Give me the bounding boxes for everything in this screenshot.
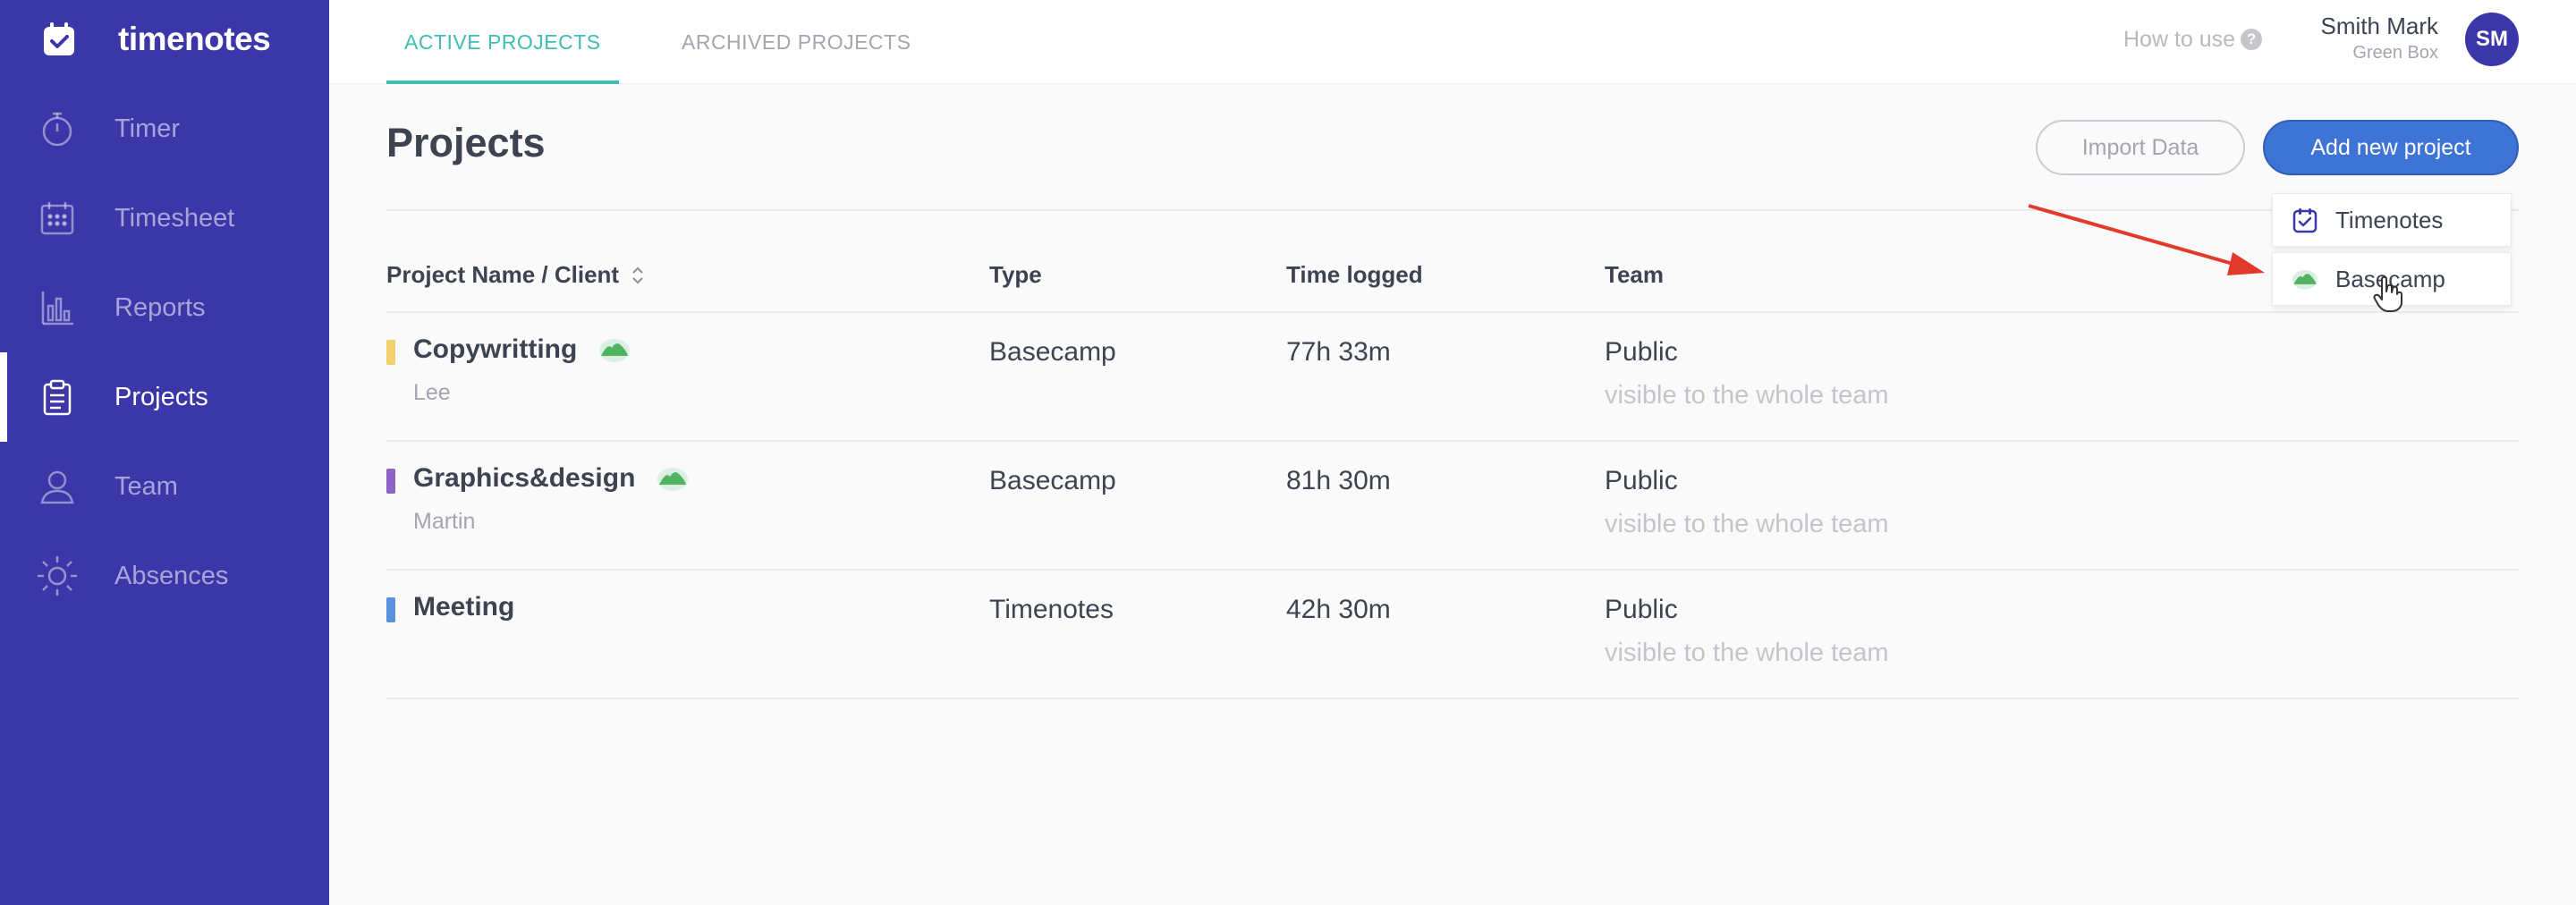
- timenotes-logo-icon: [36, 16, 82, 63]
- basecamp-icon: [657, 465, 689, 492]
- divider: [386, 698, 2519, 699]
- divider: [386, 209, 2519, 211]
- calendar-grid-icon: [36, 197, 79, 240]
- project-name[interactable]: Copywritting: [413, 334, 631, 365]
- project-time-logged: 81h 30m: [1286, 466, 1391, 495]
- project-name-label: Graphics&design: [413, 463, 636, 493]
- column-header-time-logged: Time logged: [1286, 261, 1423, 288]
- project-team-note: visible to the whole team: [1605, 510, 1889, 538]
- how-to-use-label: How to use: [2123, 26, 2236, 52]
- sidebar-item-label: Team: [114, 471, 178, 501]
- column-header-label: Project Name / Client: [386, 261, 620, 288]
- divider: [386, 311, 2519, 313]
- basecamp-icon: [598, 336, 631, 363]
- column-header-team: Team: [1605, 261, 1664, 288]
- basecamp-icon: [2291, 265, 2319, 293]
- project-team-note: visible to the whole team: [1605, 639, 1889, 667]
- avatar[interactable]: SM: [2465, 13, 2519, 66]
- project-time-logged: 42h 30m: [1286, 595, 1391, 624]
- sidebar-item-team[interactable]: Team: [0, 442, 329, 531]
- page-title: Projects: [386, 120, 546, 165]
- timenotes-icon: [2291, 206, 2319, 234]
- project-color-marker: [386, 340, 395, 365]
- sidebar-item-label: Timer: [114, 114, 181, 143]
- user-organization: Green Box: [2352, 43, 2438, 63]
- add-new-project-button[interactable]: Add new project: [2263, 120, 2519, 175]
- stopwatch-icon: [36, 107, 79, 150]
- brand-name: timenotes: [118, 21, 271, 57]
- project-name[interactable]: Meeting: [413, 592, 514, 622]
- project-team-note: visible to the whole team: [1605, 381, 1889, 410]
- sidebar-item-absences[interactable]: Absences: [0, 531, 329, 621]
- tab-active-projects[interactable]: ACTIVE PROJECTS: [386, 0, 619, 84]
- sidebar-item-label: Reports: [114, 292, 206, 322]
- project-name[interactable]: Graphics&design: [413, 463, 689, 494]
- tab-archived-projects[interactable]: ARCHIVED PROJECTS: [682, 0, 911, 84]
- project-team: Public: [1605, 337, 1678, 367]
- dropdown-item-label: Timenotes: [2335, 206, 2444, 233]
- sidebar: timenotes Timer Timesheet Reports Projec…: [0, 0, 329, 905]
- column-header-type: Type: [989, 261, 1042, 288]
- how-to-use-link[interactable]: How to use ?: [2123, 25, 2263, 54]
- project-color-marker: [386, 469, 395, 494]
- project-type: Basecamp: [989, 337, 1116, 367]
- sidebar-item-timer[interactable]: Timer: [0, 84, 329, 173]
- project-name-label: Copywritting: [413, 334, 578, 364]
- sidebar-item-timesheet[interactable]: Timesheet: [0, 173, 329, 263]
- sidebar-item-projects[interactable]: Projects: [0, 352, 329, 442]
- sort-icon[interactable]: [630, 264, 646, 287]
- project-color-marker: [386, 597, 395, 622]
- project-name-label: Meeting: [413, 592, 515, 622]
- project-team: Public: [1605, 595, 1678, 624]
- person-icon: [36, 465, 79, 508]
- project-team: Public: [1605, 466, 1678, 495]
- project-client: Martin: [413, 509, 476, 534]
- user-name: Smith Mark: [2320, 13, 2438, 39]
- project-client: Lee: [413, 380, 451, 405]
- hand-cursor-icon: [2373, 275, 2402, 312]
- sidebar-item-label: Absences: [114, 561, 229, 590]
- sidebar-item-label: Projects: [114, 382, 208, 411]
- sidebar-item-label: Timesheet: [114, 203, 235, 233]
- clipboard-icon: [36, 376, 79, 419]
- brand[interactable]: timenotes: [36, 14, 271, 64]
- project-type: Timenotes: [989, 595, 1114, 624]
- project-type: Basecamp: [989, 466, 1116, 495]
- column-header-project-name[interactable]: Project Name / Client: [386, 261, 646, 289]
- import-data-button[interactable]: Import Data: [2036, 120, 2245, 175]
- help-icon: ?: [2241, 29, 2263, 50]
- bar-chart-icon: [36, 286, 79, 329]
- divider: [386, 569, 2519, 571]
- divider: [386, 440, 2519, 442]
- sun-icon: [36, 554, 79, 597]
- project-time-logged: 77h 33m: [1286, 337, 1391, 367]
- dropdown-item-timenotes[interactable]: Timenotes: [2272, 193, 2512, 247]
- sidebar-item-reports[interactable]: Reports: [0, 263, 329, 352]
